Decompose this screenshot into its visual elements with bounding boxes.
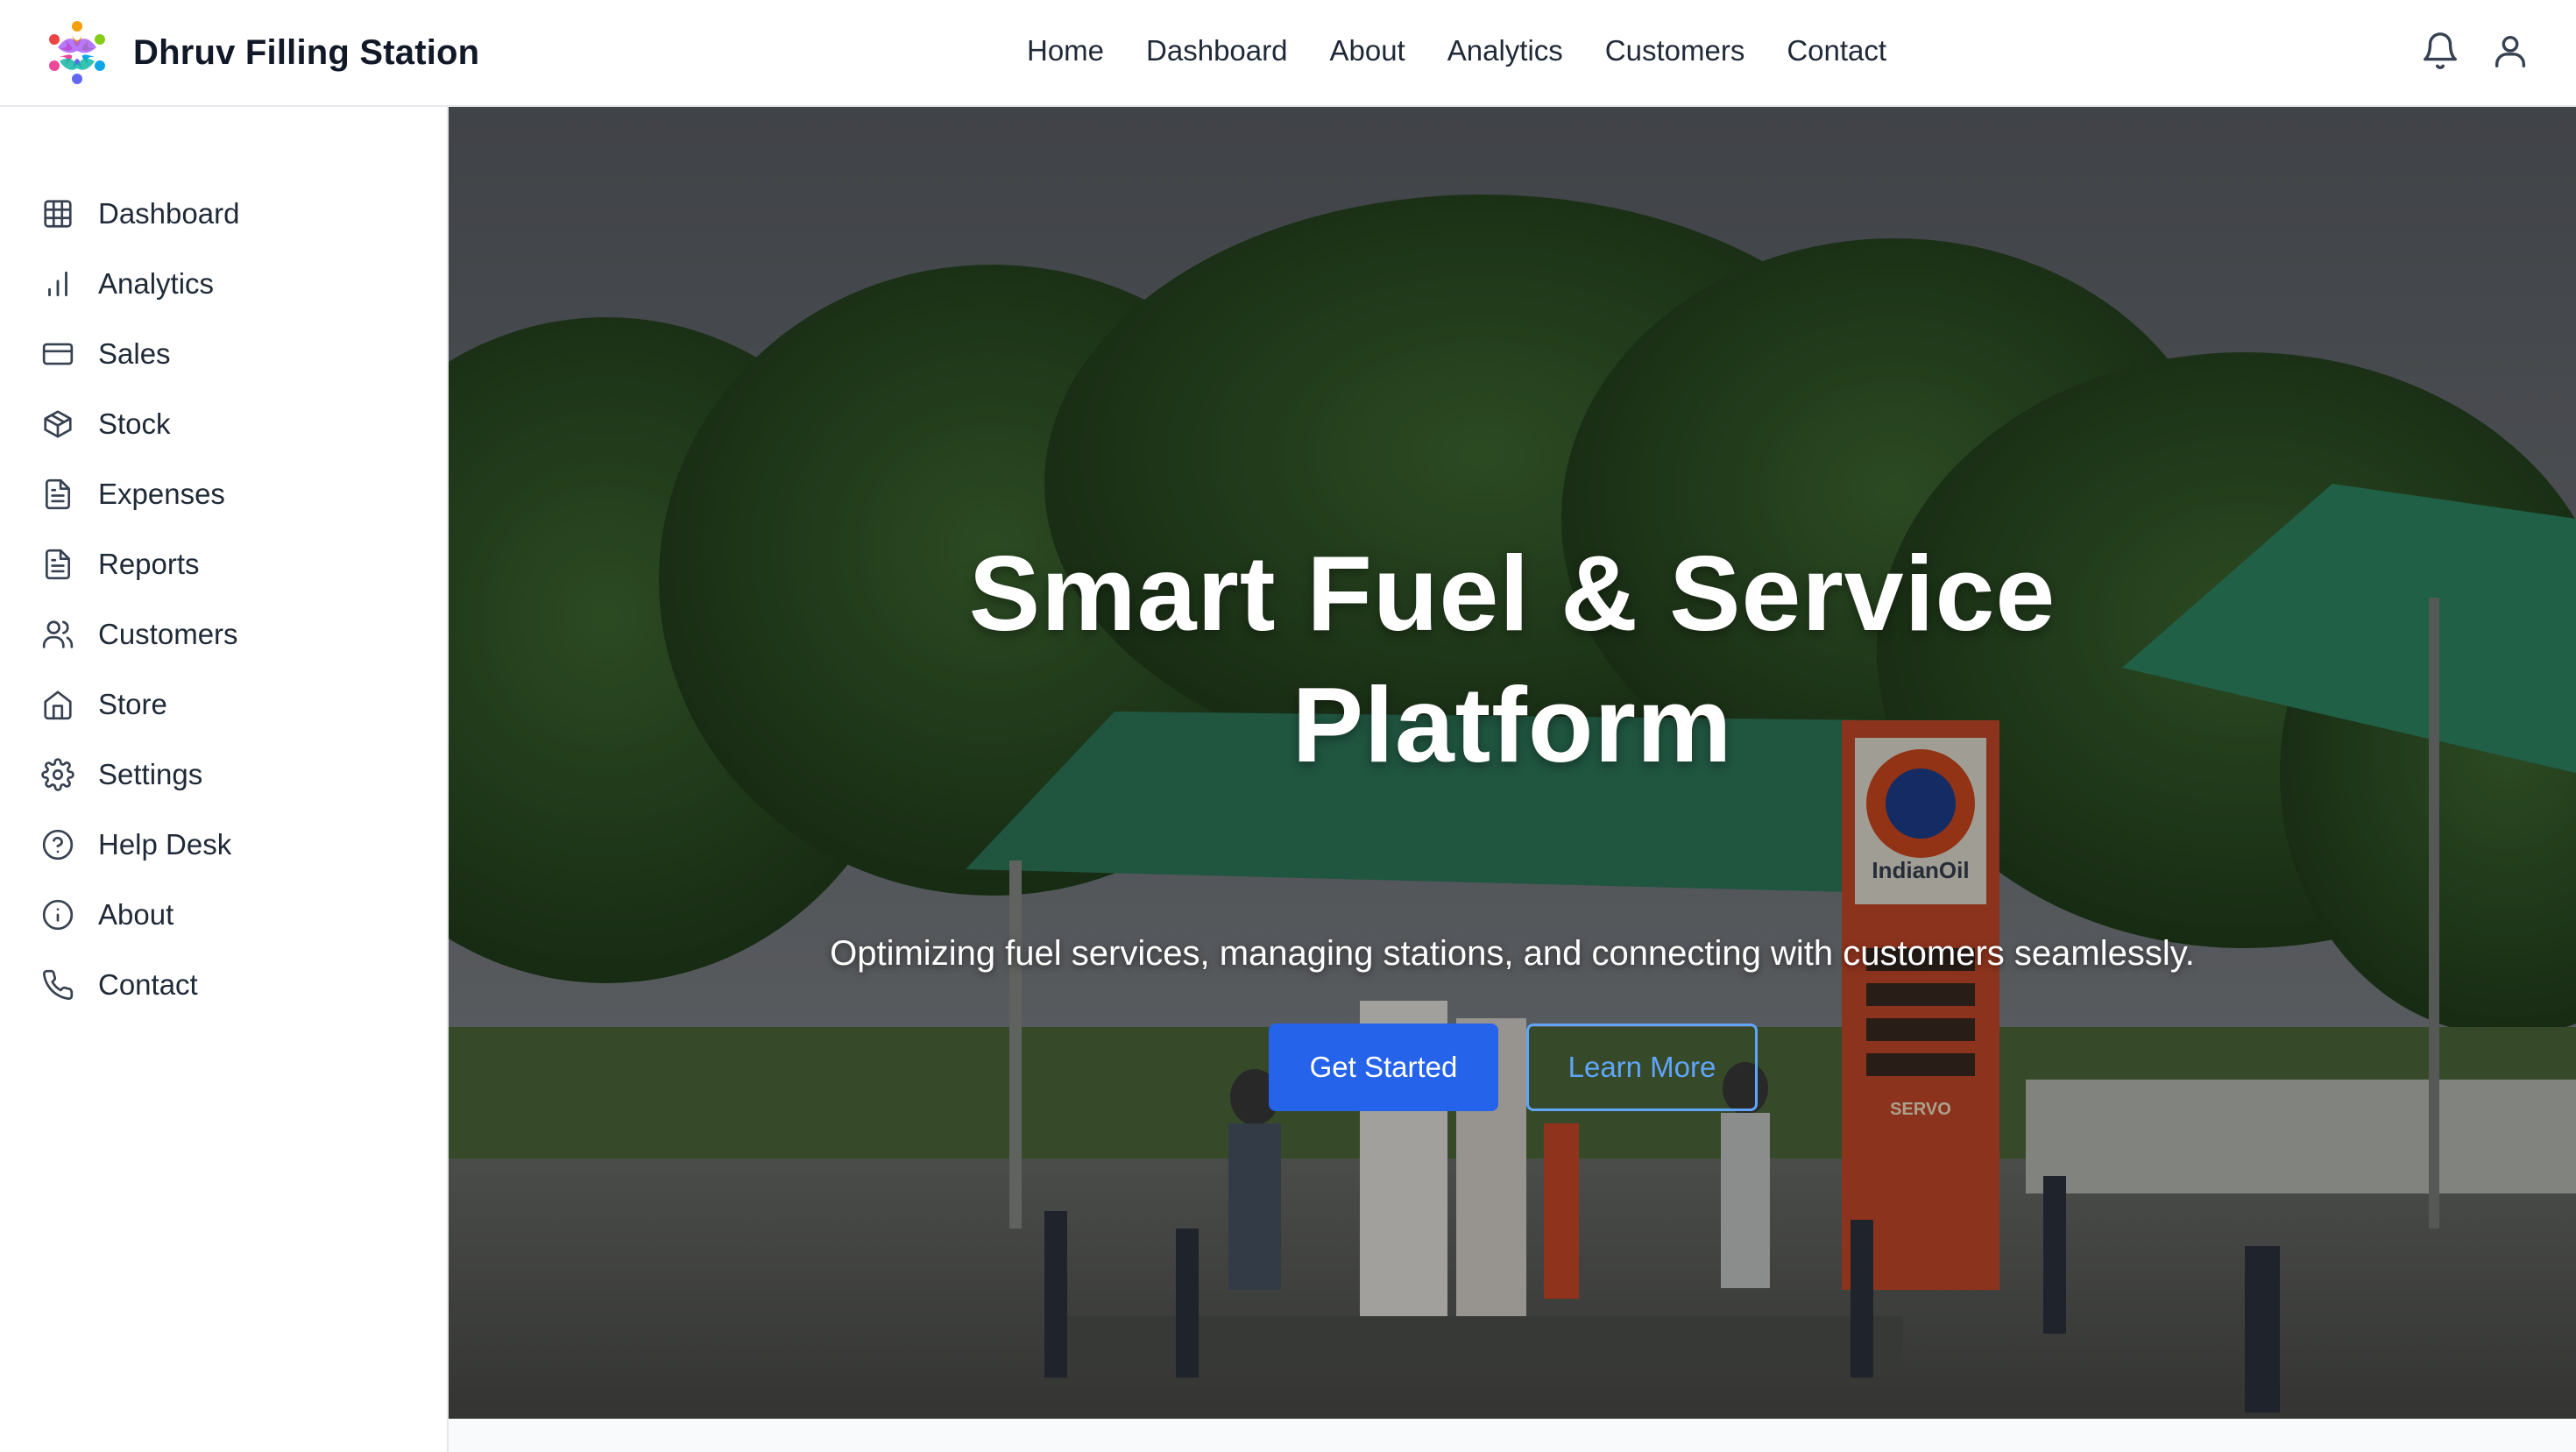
sidebar-item-expenses[interactable]: Expenses	[40, 459, 239, 529]
package-icon	[40, 407, 75, 442]
sidebar-item-store[interactable]: Store	[40, 669, 239, 740]
sidebar-item-label: Contact	[98, 968, 198, 1001]
gear-icon	[40, 757, 75, 792]
nav-customers[interactable]: Customers	[1605, 34, 1745, 67]
hero-subtitle: Optimizing fuel services, managing stati…	[830, 934, 2195, 973]
credit-card-icon	[40, 336, 75, 372]
hero-title-line-2: Platform	[1292, 665, 1733, 784]
top-icons	[2392, 26, 2532, 75]
nav-contact[interactable]: Contact	[1787, 34, 1886, 67]
sidebar-item-label: Help Desk	[98, 828, 232, 861]
brand[interactable]: Dhruv Filling Station	[40, 16, 479, 89]
sidebar-item-about[interactable]: About	[40, 880, 239, 950]
bell-icon	[2424, 32, 2457, 69]
brand-name: Dhruv Filling Station	[133, 32, 480, 72]
sidebar-item-dashboard[interactable]: Dashboard	[40, 179, 239, 249]
sidebar-item-label: Sales	[98, 337, 171, 370]
sidebar-item-label: About	[98, 898, 174, 931]
sidebar-item-label: Dashboard	[98, 197, 240, 230]
get-started-button[interactable]: Get Started	[1269, 1023, 1498, 1111]
document-icon	[40, 477, 75, 512]
sidebar-item-label: Settings	[98, 758, 203, 790]
sidebar-item-stock[interactable]: Stock	[40, 389, 239, 459]
help-circle-icon	[40, 827, 75, 862]
phone-icon	[40, 967, 75, 1002]
sidebar-item-sales[interactable]: Sales	[40, 319, 239, 389]
bar-chart-icon	[40, 266, 75, 301]
sidebar-item-help-desk[interactable]: Help Desk	[40, 810, 239, 880]
hero-title: Smart Fuel & Service Platform	[624, 528, 2401, 790]
nav-home[interactable]: Home	[1027, 34, 1104, 67]
top-nav: Home Dashboard About Analytics Customers…	[1027, 32, 1886, 70]
nav-about[interactable]: About	[1329, 34, 1405, 67]
home-icon	[40, 687, 75, 722]
sidebar-item-label: Stock	[98, 407, 171, 440]
users-icon	[40, 617, 75, 652]
document-icon	[40, 547, 75, 582]
sidebar-item-label: Customers	[98, 618, 238, 650]
top-navbar: Dhruv Filling Station Home Dashboard Abo…	[0, 0, 2576, 107]
sidebar-item-label: Reports	[98, 548, 200, 580]
hero-section: IndianOil SERVO Smart Fuel & Service Pla…	[449, 107, 2576, 1419]
sidebar-item-settings[interactable]: Settings	[40, 740, 239, 810]
sidebar-item-analytics[interactable]: Analytics	[40, 249, 239, 319]
sidebar-item-contact[interactable]: Contact	[40, 950, 239, 1020]
nav-analytics[interactable]: Analytics	[1447, 34, 1563, 67]
brand-logo-icon	[49, 21, 105, 84]
user-icon	[2495, 35, 2526, 67]
profile-button[interactable]	[2488, 29, 2532, 73]
hero-title-line-1: Smart Fuel & Service	[968, 534, 2056, 653]
sidebar-item-label: Analytics	[98, 267, 215, 300]
sidebar-item-reports[interactable]: Reports	[40, 529, 239, 599]
content-below-hero	[449, 1419, 2576, 1452]
hero-content: Smart Fuel & Service Platform Optimizing…	[449, 107, 2576, 1419]
hero-buttons: Get Started Learn More	[1269, 1023, 1758, 1111]
notifications-button[interactable]	[2418, 29, 2462, 73]
sidebar-item-label: Store	[98, 688, 167, 720]
info-icon	[40, 897, 75, 932]
grid-icon	[40, 196, 75, 231]
sidebar-list: Dashboard Analytics Sales Stock Expenses…	[40, 179, 239, 1020]
learn-more-button[interactable]: Learn More	[1526, 1023, 1758, 1111]
sidebar-item-label: Expenses	[98, 478, 225, 510]
sidebar-item-customers[interactable]: Customers	[40, 599, 239, 669]
sidebar: Dashboard Analytics Sales Stock Expenses…	[0, 107, 449, 1452]
nav-dashboard[interactable]: Dashboard	[1146, 34, 1287, 67]
